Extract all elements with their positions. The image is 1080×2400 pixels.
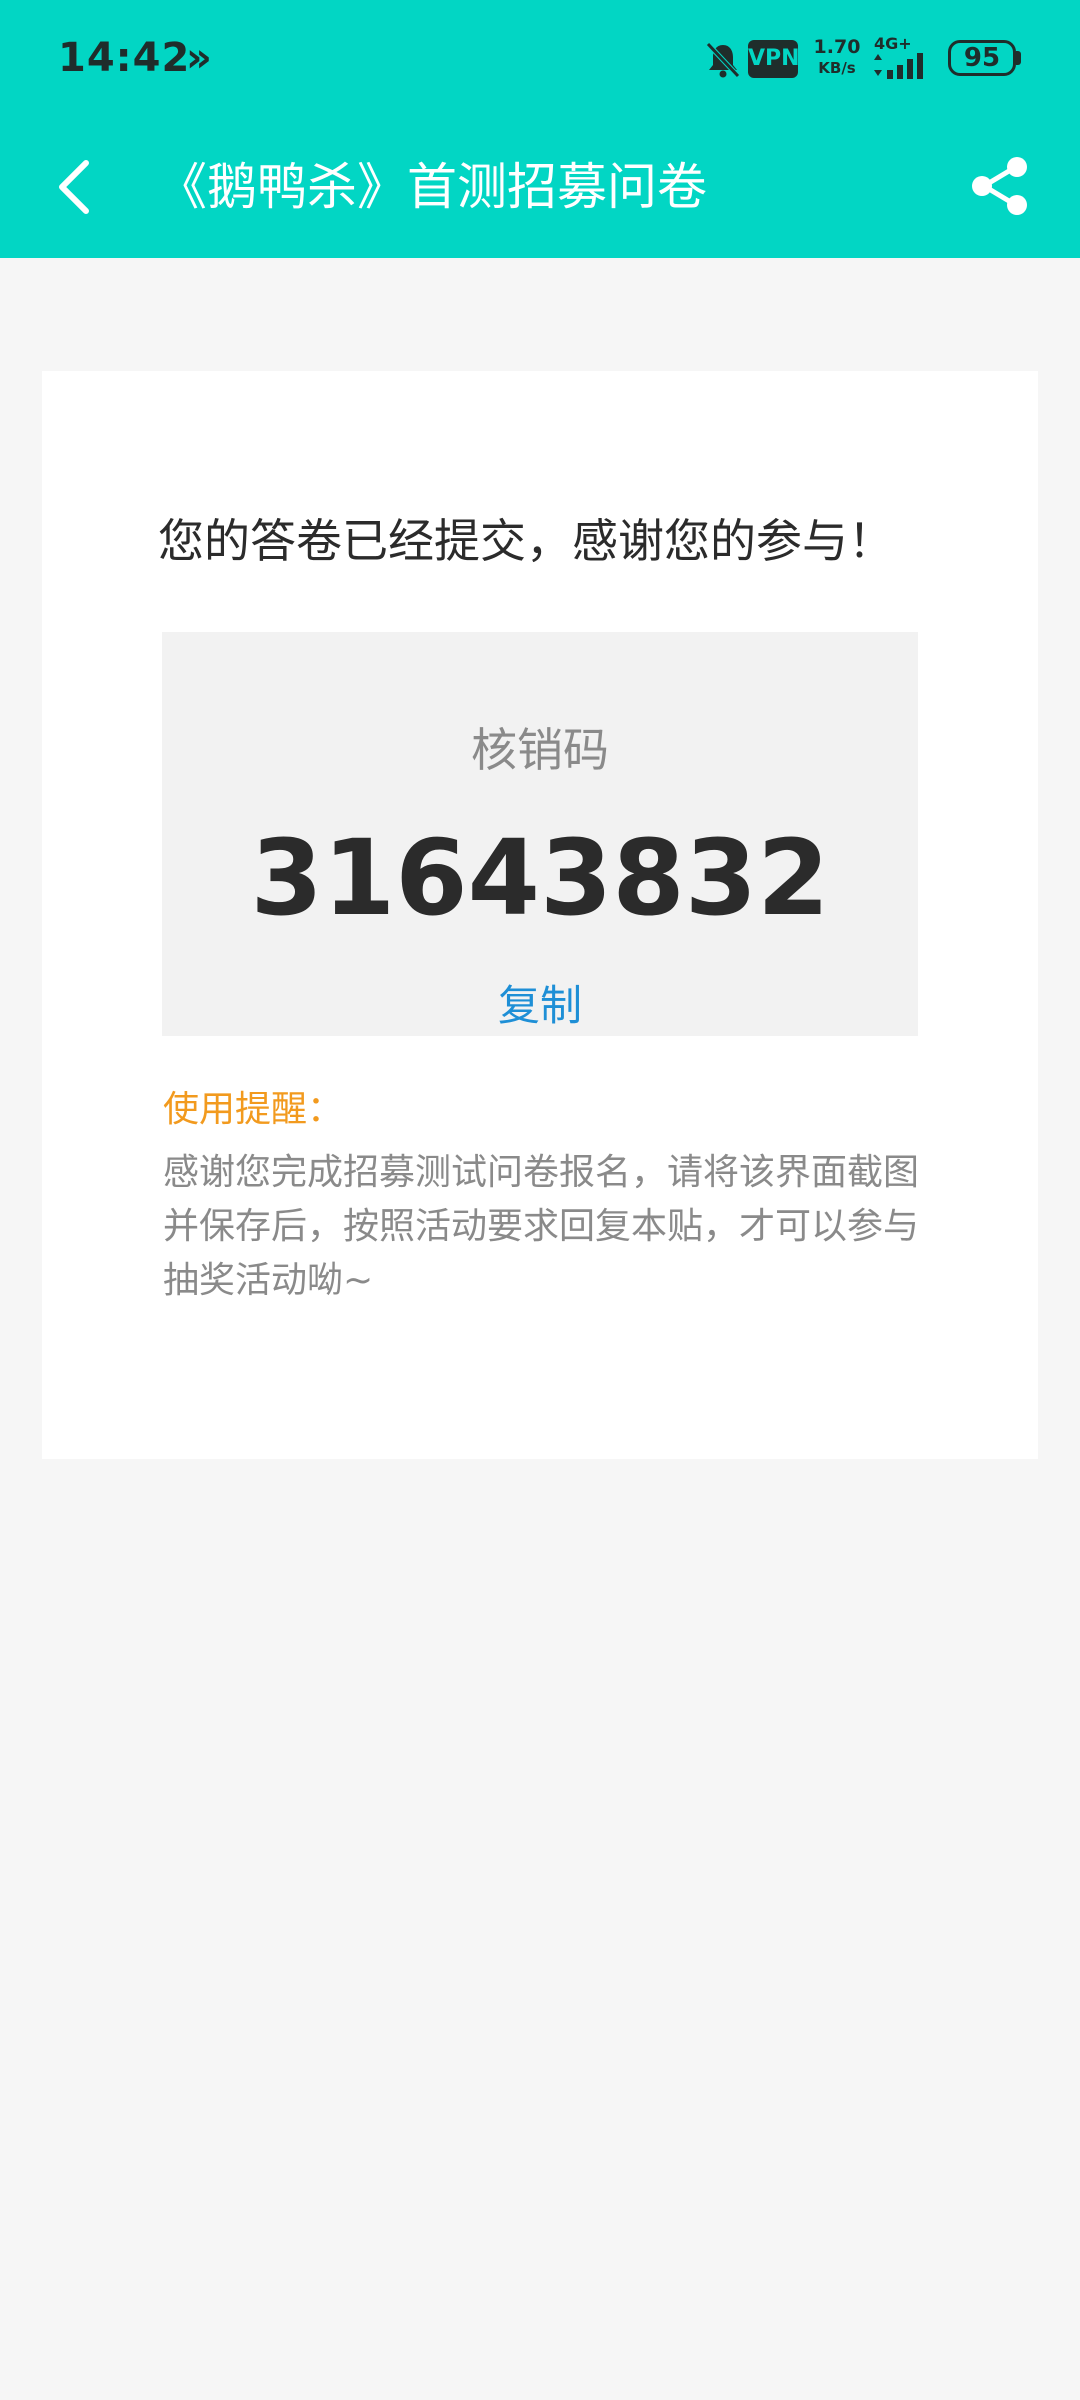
submit-success-message: 您的答卷已经提交，感谢您的参与！ bbox=[158, 514, 894, 568]
more-notifications-indicator: » bbox=[186, 35, 212, 81]
battery-icon: 95 bbox=[948, 40, 1016, 76]
verification-code-label: 核销码 bbox=[471, 723, 609, 777]
network-speed-unit: KB/s bbox=[818, 59, 856, 77]
page-title: 《鹅鸭杀》首测招募问卷 bbox=[157, 158, 707, 216]
copy-code-button[interactable]: 复制 bbox=[162, 976, 918, 1036]
app-header: 14:42 » VPN 1.70 KB/s 4G+ 95 《鹅鸭杀》首测招募问卷 bbox=[0, 0, 1080, 258]
usage-reminder-text: 感谢您完成招募测试问卷报名，请将该界面截图并保存后，按照活动要求回复本贴，才可以… bbox=[163, 1152, 920, 1301]
status-time: 14:42 bbox=[58, 35, 191, 81]
signal-icon bbox=[874, 53, 923, 79]
usage-reminder-title: 使用提醒： bbox=[163, 1089, 344, 1130]
bell-muted-icon bbox=[706, 42, 740, 78]
verification-code-value: 31643832 bbox=[250, 817, 830, 939]
network-speed-value: 1.70 bbox=[813, 36, 861, 58]
battery-tip bbox=[1016, 51, 1021, 65]
back-icon[interactable] bbox=[50, 155, 98, 219]
network-speed: 1.70 KB/s bbox=[812, 36, 862, 78]
share-icon[interactable] bbox=[970, 156, 1032, 216]
vpn-badge: VPN bbox=[748, 40, 800, 78]
